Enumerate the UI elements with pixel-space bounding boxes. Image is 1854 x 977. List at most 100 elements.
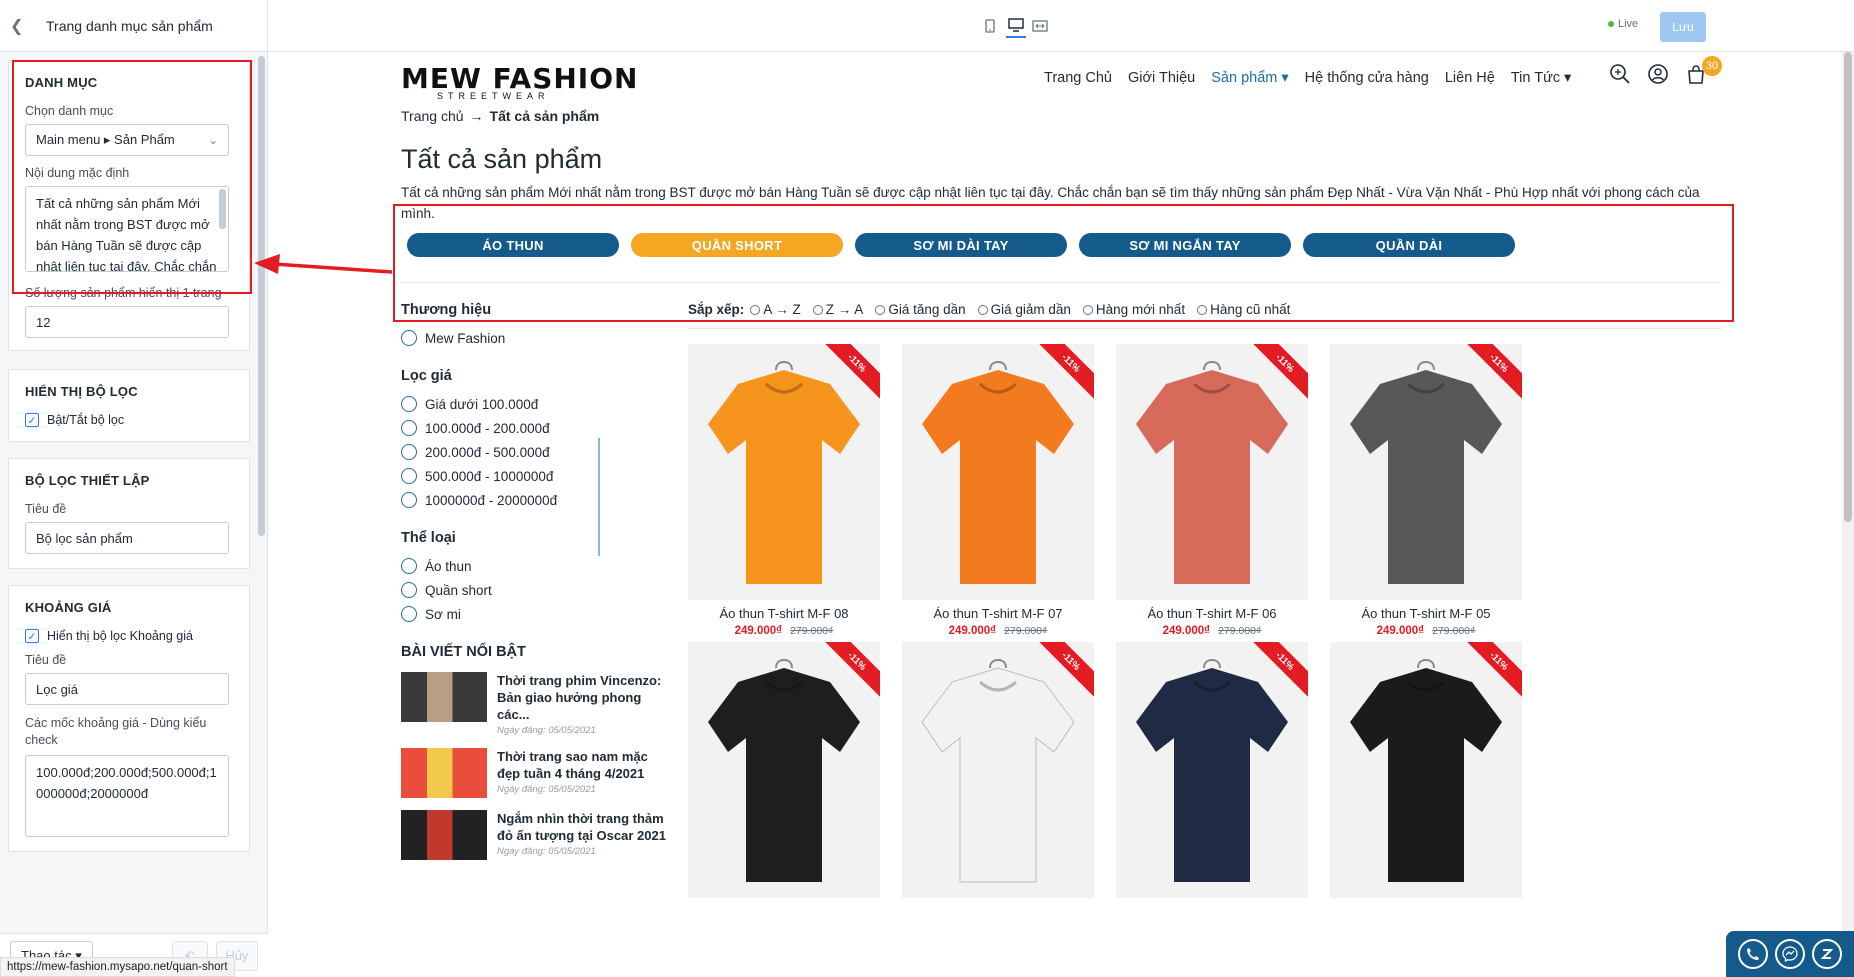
product-card[interactable]: -11% <box>1116 642 1308 898</box>
post-thumbnail[interactable] <box>401 810 487 860</box>
check-icon: ✓ <box>25 629 39 643</box>
product-image[interactable]: -11% <box>1116 344 1308 600</box>
type-option[interactable]: Sơ mi <box>401 602 671 626</box>
desktop-view-icon[interactable] <box>1006 14 1026 38</box>
post-title[interactable]: Thời trang phim Vincenzo: Bản giao hưởng… <box>497 672 667 723</box>
price-option[interactable]: 500.000đ - 1000000đ <box>401 464 671 488</box>
blog-post[interactable]: Ngắm nhìn thời trang thảm đỏ ấn tượng tạ… <box>401 810 671 860</box>
product-image[interactable]: -11% <box>1330 642 1522 898</box>
product-image[interactable]: -11% <box>902 344 1094 600</box>
price-heading-input[interactable]: Lọc giá <box>25 673 229 705</box>
filter-toggle-checkbox[interactable]: ✓ Bật/Tắt bộ lọc <box>25 413 233 427</box>
product-price: 249.000₫ <box>734 625 783 637</box>
account-icon[interactable] <box>1646 62 1670 86</box>
radio-icon <box>401 468 417 484</box>
cart-icon[interactable]: 30 <box>1684 56 1722 86</box>
milestones-label: Các mốc khoảng giá - Dùng kiểu check <box>25 716 207 747</box>
editor-toolbar: Live Lưu <box>268 0 1854 52</box>
product-image[interactable]: -11% <box>902 642 1094 898</box>
save-button[interactable]: Lưu <box>1660 12 1706 42</box>
product-card[interactable]: -11% Áo thun T-shirt M-F 08 249.000₫ 279.00… <box>688 344 880 637</box>
nav-item[interactable]: Trang Chủ <box>1044 70 1112 86</box>
post-thumbnail[interactable] <box>401 672 487 722</box>
back-icon[interactable]: ❮ <box>10 16 30 36</box>
featured-posts: Thời trang phim Vincenzo: Bản giao hưởng… <box>401 672 671 860</box>
filter-toggle-label: Bật/Tắt bộ lọc <box>47 413 125 427</box>
breadcrumb-current: Tất cả sản phẩm <box>489 108 600 124</box>
per-page-input[interactable]: 12 <box>25 306 229 338</box>
fullwidth-view-icon[interactable] <box>1030 16 1050 36</box>
messenger-icon[interactable] <box>1774 939 1805 969</box>
product-old-price: 279.000₫ <box>790 625 834 637</box>
product-card[interactable]: -11% Áo thun T-shirt M-F 05 249.000₫ 279.00… <box>1330 344 1522 637</box>
brand-option[interactable]: Mew Fashion <box>401 326 671 350</box>
product-price: 249.000₫ <box>948 625 997 637</box>
nav-item[interactable]: Hệ thống cửa hàng <box>1305 70 1429 86</box>
show-filter-section: HIỂN THỊ BỘ LỌC ✓ Bật/Tắt bộ lọc <box>8 369 250 442</box>
panel-scrollbar[interactable] <box>258 56 265 536</box>
milestones-textarea[interactable]: 100.000đ;200.000đ;500.000đ;1000000đ;2000… <box>25 755 229 837</box>
nav-item[interactable]: Liên Hệ <box>1445 70 1495 86</box>
live-dot-icon <box>1608 21 1614 27</box>
blog-post[interactable]: Thời trang sao nam mặc đẹp tuần 4 tháng … <box>401 748 671 798</box>
price-option-label: 500.000đ - 1000000đ <box>425 468 554 484</box>
annotation-arrow-icon <box>254 254 392 274</box>
nav-item[interactable]: Giới Thiệu <box>1128 70 1195 86</box>
product-image[interactable]: -11% <box>688 642 880 898</box>
product-image[interactable]: -11% <box>1116 642 1308 898</box>
product-name[interactable]: Áo thun T-shirt M-F 06 <box>1116 606 1308 621</box>
tshirt-image <box>1350 361 1502 584</box>
filter-heading-input[interactable]: Bộ lọc sản phẩm <box>25 522 229 554</box>
price-option[interactable]: 100.000đ - 200.000đ <box>401 416 671 440</box>
mobile-view-icon[interactable] <box>980 16 1000 36</box>
price-option-label: 200.000đ - 500.000đ <box>425 444 550 460</box>
price-option[interactable]: 1000000đ - 2000000đ <box>401 488 671 512</box>
tshirt-image <box>708 361 860 584</box>
post-title[interactable]: Ngắm nhìn thời trang thảm đỏ ấn tượng tạ… <box>497 810 667 844</box>
product-card[interactable]: -11% Áo thun T-shirt M-F 07 249.000₫ 279.00… <box>902 344 1094 637</box>
blog-post[interactable]: Thời trang phim Vincenzo: Bản giao hưởng… <box>401 672 671 736</box>
product-prices: 249.000₫ 279.000₫ <box>1330 625 1522 637</box>
section-title: KHOẢNG GIÁ <box>25 600 112 615</box>
post-title[interactable]: Thời trang sao nam mặc đẹp tuần 4 tháng … <box>497 748 667 782</box>
product-image[interactable]: -11% <box>688 344 880 600</box>
price-option[interactable]: Giá dưới 100.000đ <box>401 392 671 416</box>
product-prices: 249.000₫ 279.000₫ <box>1116 625 1308 637</box>
product-card[interactable]: -11% <box>688 642 880 898</box>
price-option[interactable]: 200.000đ - 500.000đ <box>401 440 671 464</box>
type-option[interactable]: Quần short <box>401 578 671 602</box>
product-name[interactable]: Áo thun T-shirt M-F 08 <box>688 606 880 621</box>
section-title: HIỂN THỊ BỘ LỌC <box>25 384 138 399</box>
section-title: BỘ LỌC THIẾT LẬP <box>25 473 150 488</box>
product-name[interactable]: Áo thun T-shirt M-F 07 <box>902 606 1094 621</box>
nav-item[interactable]: Tin Tức ▾ <box>1511 70 1572 86</box>
zalo-icon[interactable] <box>1812 939 1843 969</box>
product-card[interactable]: -11% Áo thun T-shirt M-F 06 249.000₫ 279.00… <box>1116 344 1308 637</box>
price-range-section: KHOẢNG GIÁ ✓ Hiển thị bộ lọc Khoảng giá … <box>8 585 250 852</box>
store-logo[interactable]: MEW FASHION STREETWEAR <box>401 62 638 101</box>
nav-item[interactable]: Sản phẩm ▾ <box>1211 70 1288 86</box>
filter-sidebar: Thương hiệu Mew Fashion Lọc giá Giá dưới… <box>401 302 671 872</box>
filter-scrollbar[interactable] <box>598 438 600 556</box>
post-thumbnail[interactable] <box>401 748 487 798</box>
scrollbar-thumb[interactable] <box>1844 52 1852 522</box>
type-option[interactable]: Áo thun <box>401 554 671 578</box>
panel-title: Trang danh mục sản phẩm <box>46 17 213 34</box>
radio-icon <box>401 582 417 598</box>
product-name[interactable]: Áo thun T-shirt M-F 05 <box>1330 606 1522 621</box>
breadcrumb: Trang chủ → Tất cả sản phẩm <box>401 108 599 124</box>
product-image[interactable]: -11% <box>1330 344 1522 600</box>
preview-scrollbar[interactable] <box>1842 52 1854 977</box>
annotation-box-right <box>393 204 1734 322</box>
phone-icon[interactable] <box>1737 939 1768 969</box>
price-filter-checkbox[interactable]: ✓ Hiển thị bộ lọc Khoảng giá <box>25 629 233 643</box>
breadcrumb-home[interactable]: Trang chủ <box>401 108 464 124</box>
product-old-price: 279.000₫ <box>1218 625 1262 637</box>
store-preview[interactable]: MEW FASHION STREETWEAR Trang Chủ Giới Thi… <box>268 52 1854 977</box>
product-card[interactable]: -11% <box>1330 642 1522 898</box>
product-card[interactable]: -11% <box>902 642 1094 898</box>
search-icon[interactable] <box>1608 62 1632 86</box>
filter-heading-label: Tiêu đề <box>25 502 67 516</box>
post-body: Thời trang sao nam mặc đẹp tuần 4 tháng … <box>497 748 667 798</box>
radio-icon <box>401 396 417 412</box>
